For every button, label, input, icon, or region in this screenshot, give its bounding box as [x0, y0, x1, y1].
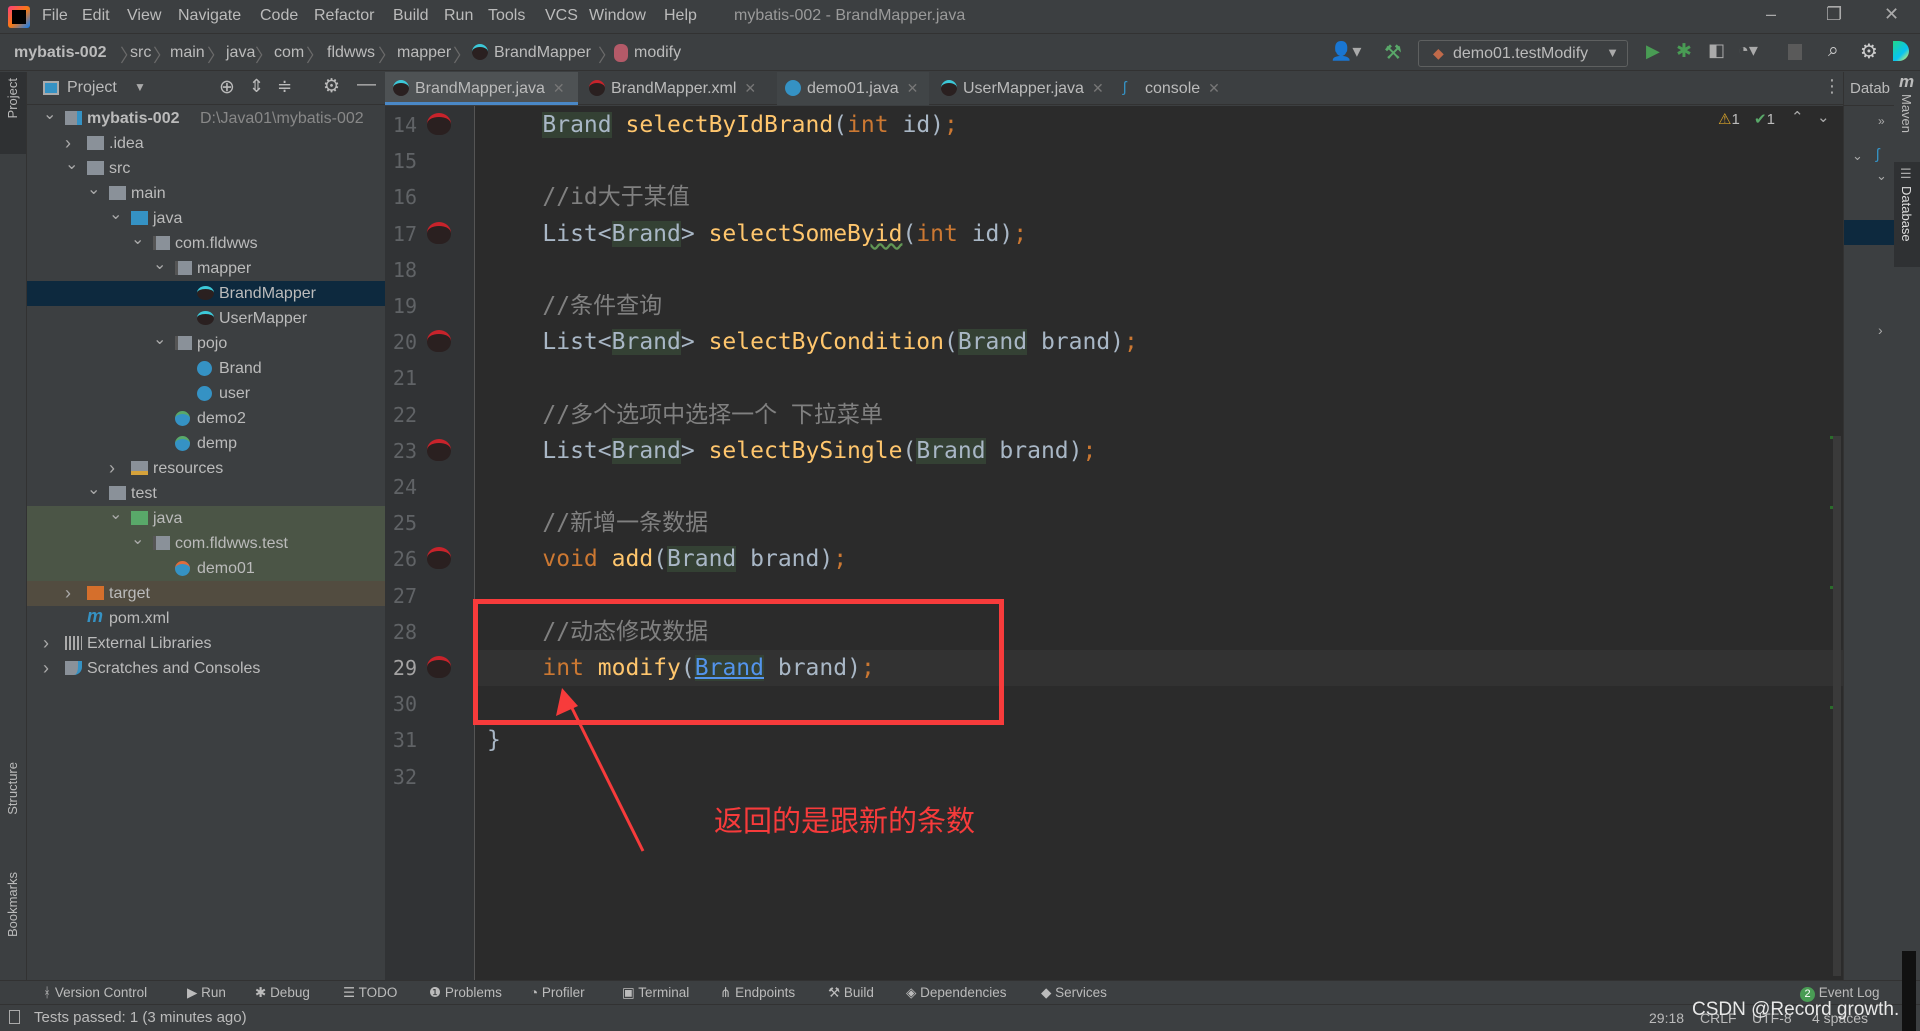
- dependencies-tool[interactable]: ◈ Dependencies: [906, 985, 1006, 1001]
- database-panel-title: Datab: [1850, 80, 1891, 97]
- selected-datasource-row[interactable]: [1844, 220, 1895, 245]
- tool-label: Services: [1055, 985, 1107, 1000]
- arrow-shaft: [566, 699, 645, 852]
- build-tool[interactable]: ⚒ Build: [828, 985, 874, 1001]
- tool-label: Problems: [444, 985, 502, 1000]
- tool-label: Version Control: [54, 985, 148, 1000]
- chevron-right-icon[interactable]: ›: [1878, 322, 1883, 338]
- maven-tool-button[interactable]: Maven: [1899, 94, 1914, 133]
- tool-window-toggle-icon[interactable]: [9, 1010, 20, 1024]
- status-message[interactable]: Tests passed: 1 (3 minutes ago): [34, 1009, 247, 1026]
- memory-indicator: [1902, 951, 1916, 1031]
- database-icon: ☰: [1900, 166, 1912, 181]
- run-tool[interactable]: ▶ Run: [187, 985, 226, 1001]
- todo-tool[interactable]: ☰ TODO: [343, 985, 397, 1001]
- bottom-tool-bar: ᚼ Version Control ▶ Run ✱ Debug ☰ TODO ❶…: [0, 980, 1920, 1004]
- endpoints-tool[interactable]: ⋔ Endpoints: [720, 985, 795, 1001]
- watermark: CSDN @Record growth.: [1692, 999, 1900, 1020]
- right-tool-strip: m Maven ☰ Database: [1894, 72, 1920, 980]
- annotation-arrow: [556, 688, 645, 852]
- chevron-down-icon[interactable]: ⌄: [1852, 148, 1863, 164]
- annotation-text: 返回的是跟新的条数: [714, 804, 976, 838]
- chevron-down-icon[interactable]: ⌄: [1876, 168, 1887, 184]
- mysql-datasource-icon[interactable]: ʃ: [1876, 146, 1879, 163]
- expand-panel-icon[interactable]: »: [1878, 114, 1885, 128]
- services-tool[interactable]: ◆ Services: [1041, 985, 1107, 1001]
- tool-label: Endpoints: [735, 985, 796, 1000]
- database-tool-button[interactable]: ☰ Database: [1894, 162, 1920, 267]
- tool-label: Terminal: [638, 985, 690, 1000]
- maven-icon: m: [1899, 72, 1915, 91]
- database-panel: Datab » ⌄ ʃ ⌄ ›: [1843, 72, 1895, 980]
- tool-label: Dependencies: [920, 985, 1007, 1000]
- problems-tool[interactable]: ❶ Problems: [429, 985, 502, 1001]
- tool-label: Run: [201, 985, 226, 1000]
- terminal-tool[interactable]: ▣ Terminal: [622, 985, 689, 1001]
- tool-label: Profiler: [541, 985, 585, 1000]
- caret-position[interactable]: 29:18: [1649, 1010, 1684, 1026]
- tool-label: Event Log: [1818, 985, 1880, 1000]
- database-tool-label: Database: [1899, 186, 1914, 242]
- tool-label: Debug: [270, 985, 310, 1000]
- profiler-tool[interactable]: ◔ Profiler: [530, 985, 585, 1000]
- version-control-tool[interactable]: ᚼ Version Control: [43, 985, 147, 1000]
- tool-label: TODO: [358, 985, 398, 1000]
- debug-tool[interactable]: ✱ Debug: [255, 985, 310, 1001]
- tool-label: Build: [843, 985, 874, 1000]
- status-bar: Tests passed: 1 (3 minutes ago) 29:18 CR…: [0, 951, 1920, 1031]
